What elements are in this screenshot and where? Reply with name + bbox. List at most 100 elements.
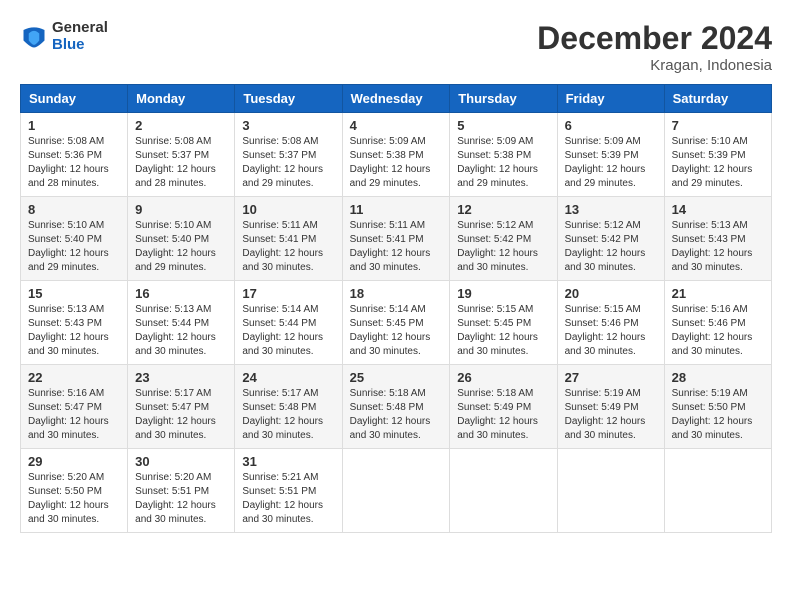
calendar-cell: 27 Sunrise: 5:19 AMSunset: 5:49 PMDayligh… <box>557 365 664 449</box>
day-number: 10 <box>242 202 334 217</box>
day-number: 16 <box>135 286 227 301</box>
day-info: Sunrise: 5:16 AMSunset: 5:47 PMDaylight:… <box>28 387 120 443</box>
day-number: 15 <box>28 286 120 301</box>
day-info: Sunrise: 5:18 AMSunset: 5:48 PMDaylight:… <box>350 387 443 443</box>
day-info: Sunrise: 5:12 AMSunset: 5:42 PMDaylight:… <box>565 219 657 275</box>
day-number: 1 <box>28 118 120 133</box>
day-info: Sunrise: 5:17 AMSunset: 5:47 PMDaylight:… <box>135 387 227 443</box>
day-number: 5 <box>457 118 549 133</box>
calendar-cell: 14Sunrise: 5:13 AMSunset: 5:43 PMDayligh… <box>664 197 771 281</box>
day-info: Sunrise: 5:16 AMSunset: 5:46 PMDaylight:… <box>672 303 764 359</box>
day-info: Sunrise: 5:08 AMSunset: 5:37 PMDaylight:… <box>135 135 227 191</box>
day-info: Sunrise: 5:20 AMSunset: 5:50 PMDaylight:… <box>28 471 120 527</box>
calendar-cell: 18Sunrise: 5:14 AMSunset: 5:45 PMDayligh… <box>342 281 450 365</box>
day-number: 28 <box>672 370 764 385</box>
day-number: 30 <box>135 454 227 469</box>
day-info: Sunrise: 5:20 AMSunset: 5:51 PMDaylight:… <box>135 471 227 527</box>
day-number: 12 <box>457 202 549 217</box>
day-info: Sunrise: 5:19 AMSunset: 5:49 PMDaylight:… <box>565 387 657 443</box>
day-info: Sunrise: 5:12 AMSunset: 5:42 PMDaylight:… <box>457 219 549 275</box>
calendar-cell: 11 Sunrise: 5:11 AMSunset: 5:41 PMDayligh… <box>342 197 450 281</box>
day-info: Sunrise: 5:10 AMSunset: 5:40 PMDaylight:… <box>28 219 120 275</box>
calendar-cell: 16 Sunrise: 5:13 AMSunset: 5:44 PMDayligh… <box>128 281 235 365</box>
day-info: Sunrise: 5:08 AMSunset: 5:37 PMDaylight:… <box>242 135 334 191</box>
day-number: 11 <box>350 202 443 217</box>
day-number: 24 <box>242 370 334 385</box>
calendar-week-row: 8 Sunrise: 5:10 AMSunset: 5:40 PMDaylight… <box>21 197 772 281</box>
calendar-cell: 17Sunrise: 5:14 AMSunset: 5:44 PMDayligh… <box>235 281 342 365</box>
logo-icon <box>20 23 48 51</box>
day-number: 19 <box>457 286 549 301</box>
calendar-cell: 21Sunrise: 5:16 AMSunset: 5:46 PMDayligh… <box>664 281 771 365</box>
day-number: 14 <box>672 202 764 217</box>
calendar-cell: 2 Sunrise: 5:08 AMSunset: 5:37 PMDaylight… <box>128 113 235 197</box>
calendar-cell: 28Sunrise: 5:19 AMSunset: 5:50 PMDayligh… <box>664 365 771 449</box>
calendar-cell: 3 Sunrise: 5:08 AMSunset: 5:37 PMDaylight… <box>235 113 342 197</box>
header-thursday: Thursday <box>450 85 557 113</box>
day-number: 13 <box>565 202 657 217</box>
day-info: Sunrise: 5:10 AMSunset: 5:40 PMDaylight:… <box>135 219 227 275</box>
day-info: Sunrise: 5:09 AMSunset: 5:38 PMDaylight:… <box>350 135 443 191</box>
calendar-cell: 12 Sunrise: 5:12 AMSunset: 5:42 PMDayligh… <box>450 197 557 281</box>
day-number: 2 <box>135 118 227 133</box>
header-sunday: Sunday <box>21 85 128 113</box>
day-number: 9 <box>135 202 227 217</box>
day-number: 4 <box>350 118 443 133</box>
calendar-cell <box>664 449 771 533</box>
day-info: Sunrise: 5:11 AMSunset: 5:41 PMDaylight:… <box>350 219 443 275</box>
calendar-week-row: 15 Sunrise: 5:13 AMSunset: 5:43 PMDayligh… <box>21 281 772 365</box>
day-info: Sunrise: 5:09 AMSunset: 5:38 PMDaylight:… <box>457 135 549 191</box>
calendar-table: SundayMondayTuesdayWednesdayThursdayFrid… <box>20 84 772 533</box>
day-info: Sunrise: 5:21 AMSunset: 5:51 PMDaylight:… <box>242 471 334 527</box>
day-number: 6 <box>565 118 657 133</box>
day-info: Sunrise: 5:18 AMSunset: 5:49 PMDaylight:… <box>457 387 549 443</box>
calendar-cell: 30 Sunrise: 5:20 AMSunset: 5:51 PMDayligh… <box>128 449 235 533</box>
day-number: 23 <box>135 370 227 385</box>
calendar-cell: 10 Sunrise: 5:11 AMSunset: 5:41 PMDayligh… <box>235 197 342 281</box>
calendar-cell <box>557 449 664 533</box>
day-info: Sunrise: 5:13 AMSunset: 5:44 PMDaylight:… <box>135 303 227 359</box>
calendar-cell: 4 Sunrise: 5:09 AMSunset: 5:38 PMDaylight… <box>342 113 450 197</box>
page-header: General Blue December 2024 Kragan, Indon… <box>20 20 772 74</box>
calendar-cell: 23 Sunrise: 5:17 AMSunset: 5:47 PMDayligh… <box>128 365 235 449</box>
day-number: 29 <box>28 454 120 469</box>
calendar-cell: 5 Sunrise: 5:09 AMSunset: 5:38 PMDaylight… <box>450 113 557 197</box>
calendar-cell: 1 Sunrise: 5:08 AMSunset: 5:36 PMDaylight… <box>21 113 128 197</box>
calendar-cell: 19 Sunrise: 5:15 AMSunset: 5:45 PMDayligh… <box>450 281 557 365</box>
logo-line2: Blue <box>52 37 108 54</box>
day-number: 31 <box>242 454 334 469</box>
calendar-cell: 9 Sunrise: 5:10 AMSunset: 5:40 PMDaylight… <box>128 197 235 281</box>
day-number: 22 <box>28 370 120 385</box>
day-info: Sunrise: 5:15 AMSunset: 5:45 PMDaylight:… <box>457 303 549 359</box>
day-number: 7 <box>672 118 764 133</box>
day-number: 17 <box>242 286 334 301</box>
calendar-week-row: 1 Sunrise: 5:08 AMSunset: 5:36 PMDaylight… <box>21 113 772 197</box>
calendar-week-row: 29 Sunrise: 5:20 AMSunset: 5:50 PMDayligh… <box>21 449 772 533</box>
calendar-week-row: 22 Sunrise: 5:16 AMSunset: 5:47 PMDayligh… <box>21 365 772 449</box>
day-number: 8 <box>28 202 120 217</box>
header-wednesday: Wednesday <box>342 85 450 113</box>
calendar-cell: 29 Sunrise: 5:20 AMSunset: 5:50 PMDayligh… <box>21 449 128 533</box>
logo: General Blue <box>20 20 108 53</box>
calendar-cell: 24 Sunrise: 5:17 AMSunset: 5:48 PMDayligh… <box>235 365 342 449</box>
day-number: 3 <box>242 118 334 133</box>
calendar-cell: 25 Sunrise: 5:18 AMSunset: 5:48 PMDayligh… <box>342 365 450 449</box>
logo-line1: General <box>52 20 108 37</box>
header-monday: Monday <box>128 85 235 113</box>
header-saturday: Saturday <box>664 85 771 113</box>
day-number: 18 <box>350 286 443 301</box>
calendar-cell: 7Sunrise: 5:10 AMSunset: 5:39 PMDaylight… <box>664 113 771 197</box>
day-info: Sunrise: 5:17 AMSunset: 5:48 PMDaylight:… <box>242 387 334 443</box>
calendar-cell: 6Sunrise: 5:09 AMSunset: 5:39 PMDaylight… <box>557 113 664 197</box>
day-info: Sunrise: 5:11 AMSunset: 5:41 PMDaylight:… <box>242 219 334 275</box>
day-info: Sunrise: 5:13 AMSunset: 5:43 PMDaylight:… <box>28 303 120 359</box>
day-number: 27 <box>565 370 657 385</box>
day-number: 20 <box>565 286 657 301</box>
calendar-cell: 20Sunrise: 5:15 AMSunset: 5:46 PMDayligh… <box>557 281 664 365</box>
day-number: 25 <box>350 370 443 385</box>
calendar-cell: 8 Sunrise: 5:10 AMSunset: 5:40 PMDaylight… <box>21 197 128 281</box>
month-title: December 2024 <box>537 20 772 57</box>
day-info: Sunrise: 5:08 AMSunset: 5:36 PMDaylight:… <box>28 135 120 191</box>
calendar-cell: 22 Sunrise: 5:16 AMSunset: 5:47 PMDayligh… <box>21 365 128 449</box>
calendar-cell <box>342 449 450 533</box>
